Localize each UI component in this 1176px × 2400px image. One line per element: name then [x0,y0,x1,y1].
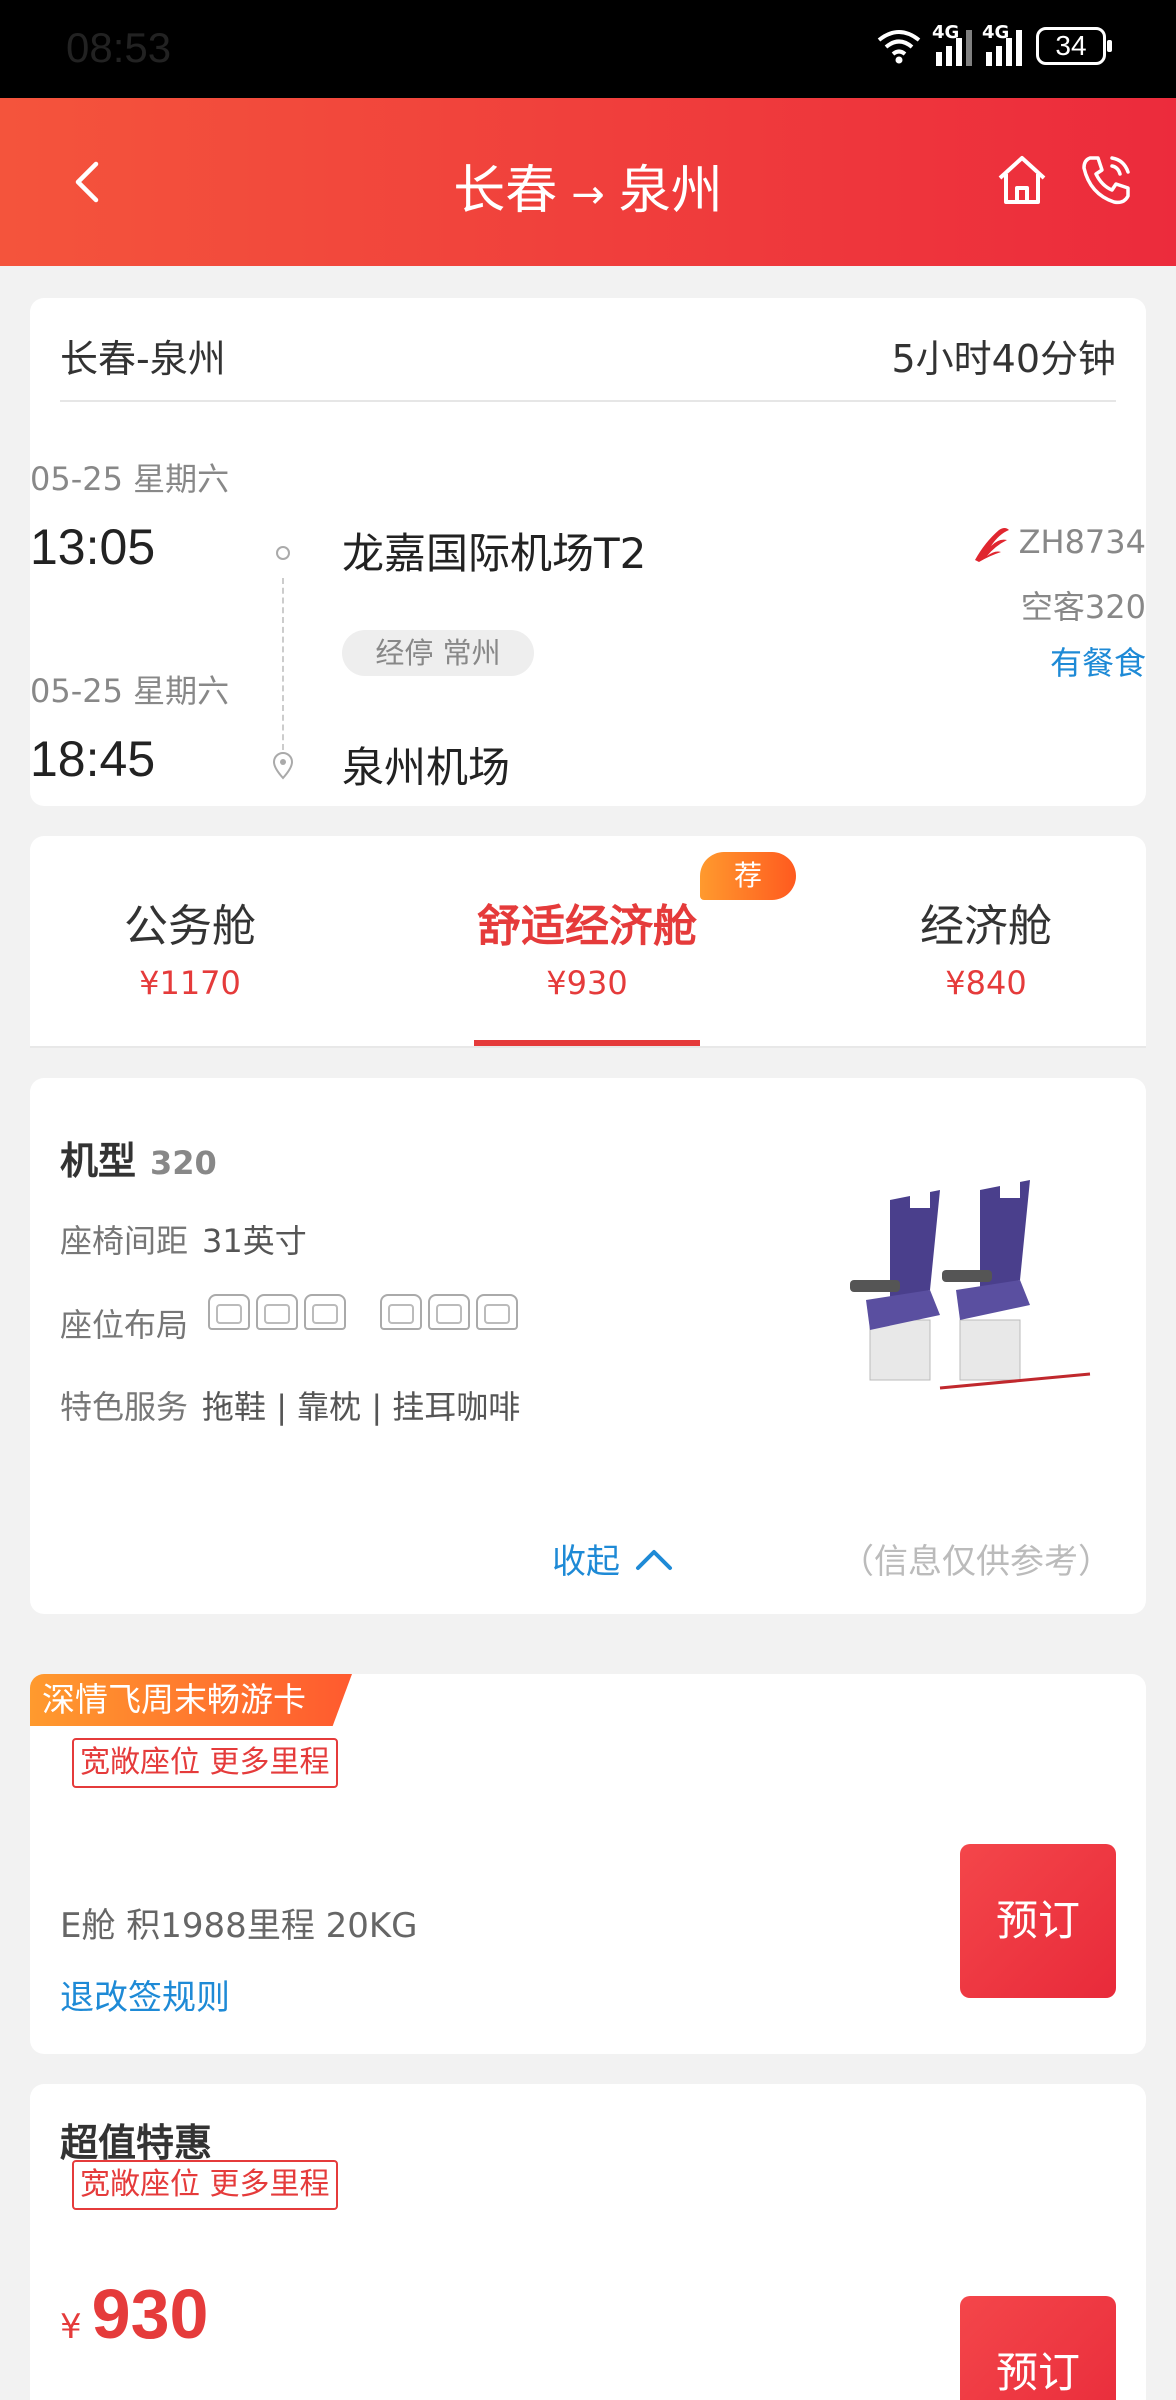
collapse-button[interactable]: 收起 [552,1534,674,1583]
cabin-name: 经济舱 [920,901,1052,952]
status-icons: 4G 4G 34 [876,22,1112,66]
feature-tag: 宽敞座位 更多里程 [72,1738,338,1788]
route-line [282,578,284,750]
offer-price: ¥930 [60,2275,209,2353]
signal-icon: 4G [932,22,972,66]
seat-image [850,1180,1091,1390]
stopover-badge: 经停 常州 [342,630,534,676]
cabin-tabs: 公务舱 ¥1170 舒适经济舱 ¥930 荐 经济舱 ¥840 [30,836,1146,1048]
seat-icon [476,1294,518,1330]
status-time: 08:53 [66,24,172,71]
cabin-price: ¥930 [546,964,628,1002]
offer-info: E舱 积1988里程 20KG [60,1906,418,1946]
airline-logo-icon [974,528,1009,562]
route-label: 长春-泉州 [60,337,226,381]
home-icon[interactable] [992,150,1052,210]
cabin-name: 舒适经济舱 [477,901,697,952]
seat-icon [380,1294,422,1330]
depart-airport: 龙嘉国际机场T2 [342,529,647,578]
meal-info[interactable]: 有餐食 [1050,638,1146,684]
offer-card: 深情飞周末畅游卡 宽敞座位 更多里程 E舱 积1988里程 20KG 退改签规则… [30,1674,1146,2054]
arrive-date: 05-25 星期六 [30,672,230,710]
seat-icon [428,1294,470,1330]
offer-card: 超值特惠 宽敞座位 更多里程 ¥930 预订 [30,2084,1146,2400]
nav-bar: 长春 → 泉州 [0,98,1176,266]
promo-ribbon: 深情飞周末畅游卡 [30,1674,352,1726]
depart-time: 13:05 [30,519,156,575]
refund-rules-link[interactable]: 退改签规则 [60,1970,230,2019]
book-button[interactable]: 预订 [960,1844,1116,1998]
aircraft-model: 机型 320 [60,1139,217,1183]
depart-date: 05-25 星期六 [30,460,230,498]
seat-icon [256,1294,298,1330]
seat-layout-icons [208,1294,518,1330]
signal-icon-2: 4G [982,22,1022,66]
special-services: 特色服务 拖鞋 | 靠枕 | 挂耳咖啡 [60,1388,521,1426]
cabin-name: 公务舱 [124,901,256,952]
flight-duration: 5小时40分钟 [891,337,1116,381]
seat-icon [304,1294,346,1330]
aircraft-info-card: 机型 320 座椅间距 31英寸 座位布局 特色服务 拖鞋 | 靠枕 | 挂耳咖啡 收… [30,1078,1146,1614]
route-summary: 长春-泉州 5小时40分钟 [60,328,1116,402]
offer-title: 超值特惠 [60,2121,213,2165]
depart-dot [276,546,290,560]
tab-business[interactable]: 公务舱 ¥1170 [30,836,350,1046]
location-pin-icon [272,752,294,780]
route-arrow: → [571,172,605,218]
tab-economy[interactable]: 经济舱 ¥840 [826,836,1146,1046]
seat-layout-label: 座位布局 [60,1306,189,1344]
seat-icon [208,1294,250,1330]
cabin-price: ¥840 [945,964,1027,1002]
origin-city: 长春 [453,161,558,221]
phone-icon[interactable] [1076,150,1136,210]
chevron-up-icon [636,1549,672,1570]
tab-comfort-economy[interactable]: 舒适经济舱 ¥930 [474,836,700,1046]
arrive-airport: 泉州机场 [342,743,511,792]
destination-city: 泉州 [618,161,723,221]
flight-number: ZH8734 [1018,523,1146,561]
aircraft-type: 空客320 [1020,588,1146,626]
status-bar: 08:53 4G 4G 34 [0,0,1176,98]
wifi-icon [877,30,921,64]
book-button[interactable]: 预订 [960,2296,1116,2400]
feature-tag: 宽敞座位 更多里程 [72,2160,338,2210]
active-tab-indicator [474,1040,700,1046]
flight-number-row: ZH8734 [969,522,1146,566]
disclaimer: （信息仅供参考） [840,1542,1112,1582]
arrive-time: 18:45 [30,731,156,787]
battery-icon: 34 [1036,27,1112,65]
cabin-price: ¥1170 [139,964,241,1002]
seat-pitch: 座椅间距 31英寸 [60,1222,307,1260]
recommend-badge: 荐 [700,852,796,900]
